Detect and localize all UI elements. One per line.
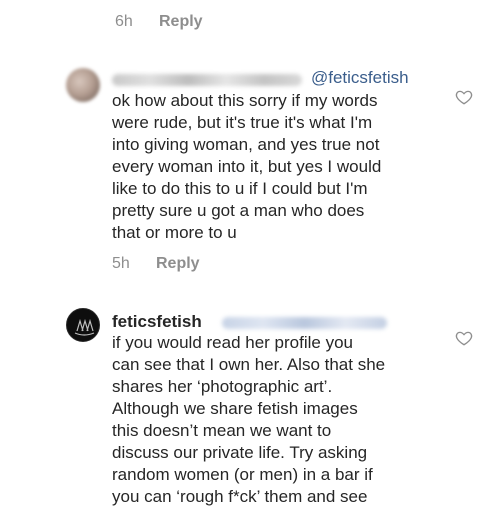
comment-timestamp: 6h: [115, 13, 133, 30]
previous-comment-meta: 6h Reply: [115, 13, 203, 31]
reply-button[interactable]: Reply: [159, 13, 203, 31]
reply-button[interactable]: Reply: [156, 255, 200, 273]
mention-link[interactable]: @feticsfetish: [311, 68, 409, 88]
comment-username[interactable]: feticsfetish: [112, 312, 202, 332]
comment-timestamp: 5h: [112, 255, 130, 272]
heart-icon[interactable]: [455, 329, 473, 347]
username-redacted: [112, 74, 302, 86]
heart-icon[interactable]: [455, 88, 473, 106]
comment-meta: 5h Reply: [112, 255, 200, 273]
avatar[interactable]: [66, 308, 100, 342]
avatar-logo-icon: [74, 318, 95, 336]
comment-text: ok how about this sorry if my words were…: [112, 91, 382, 242]
avatar[interactable]: [66, 68, 100, 102]
mention-redacted: [222, 317, 387, 329]
comment-text: if you would read her profile you can se…: [112, 333, 386, 506]
